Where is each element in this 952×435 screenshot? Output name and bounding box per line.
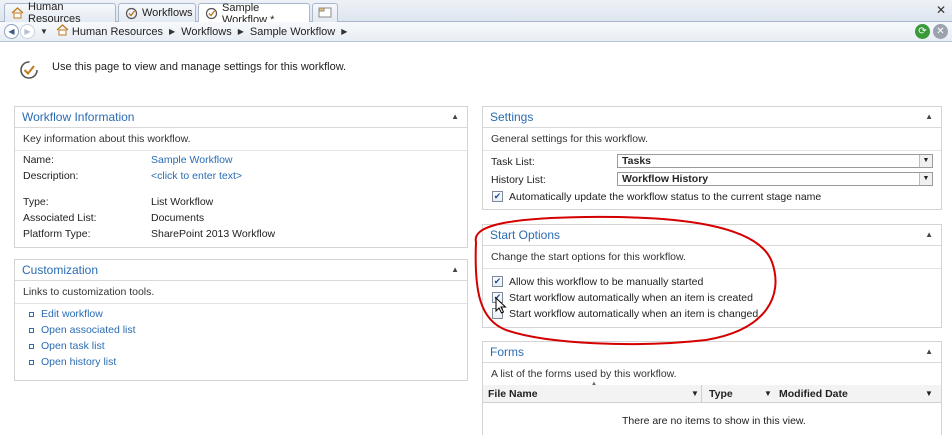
open-associated-list-link[interactable]: Open associated list (29, 324, 136, 336)
name-label: Name: (23, 154, 54, 166)
column-divider (701, 385, 702, 402)
panel-description: General settings for this workflow. (483, 128, 941, 151)
collapse-icon[interactable]: ▲ (451, 112, 459, 121)
bullet-icon (29, 343, 34, 349)
panel-description: Links to customization tools. (15, 281, 467, 304)
chevron-right-icon: ▶ (341, 27, 348, 36)
chevron-down-icon: ▼ (919, 173, 932, 185)
bullet-icon (29, 311, 34, 317)
settings-panel: Settings ▲ General settings for this wor… (482, 106, 942, 210)
task-list-selected-value: Tasks (622, 155, 651, 167)
associated-list-value: Documents (151, 212, 205, 224)
workflow-information-panel: Workflow Information ▲ Key information a… (14, 106, 468, 248)
bullet-icon (29, 327, 34, 333)
description-edit-field[interactable]: <click to enter text> (151, 170, 242, 182)
chevron-right-icon: ▶ (169, 27, 176, 36)
document-tab-strip: Human Resources Workflows Sample Workflo… (0, 0, 952, 26)
link-label: Open history list (41, 356, 117, 368)
page-header: Use this page to view and manage setting… (18, 55, 346, 81)
platform-type-value: SharePoint 2013 Workflow (151, 228, 276, 240)
platform-type-label: Platform Type: (23, 228, 91, 240)
new-tab-button[interactable] (312, 3, 338, 22)
description-label: Description: (23, 170, 79, 182)
home-icon (11, 6, 24, 20)
home-icon (56, 24, 69, 39)
stop-icon[interactable]: ✕ (933, 24, 948, 39)
forms-grid-header: File Name ▲ ▼ Type ▼ Modified Date ▼ (483, 381, 941, 403)
panel-title: Workflow Information ▲ (15, 107, 467, 128)
new-tab-icon (318, 6, 332, 21)
customization-title: Customization (22, 263, 99, 277)
link-label: Open task list (41, 340, 105, 352)
forward-button[interactable]: ▶ (20, 24, 35, 39)
forms-panel: Forms ▲ A list of the forms used by this… (482, 341, 942, 435)
breadcrumb-item-human-resources[interactable]: Human Resources (72, 26, 163, 38)
link-label: Edit workflow (41, 308, 103, 320)
workflow-icon (125, 6, 138, 20)
open-task-list-link[interactable]: Open task list (29, 340, 105, 352)
panel-title: Customization ▲ (15, 260, 467, 281)
column-filter-dropdown-icon[interactable]: ▼ (764, 389, 772, 398)
page-description: Use this page to view and manage setting… (52, 61, 347, 73)
type-label: Type: (23, 196, 49, 208)
link-label: Open associated list (41, 324, 136, 336)
bullet-icon (29, 359, 34, 365)
chevron-right-icon: ▶ (237, 27, 244, 36)
close-icon[interactable]: ✕ (936, 3, 946, 17)
refresh-icon[interactable]: ⟳ (915, 24, 930, 39)
workflow-settings-icon (18, 59, 40, 81)
auto-update-status-checkbox[interactable]: ✔ (492, 191, 503, 202)
workflow-name-link[interactable]: Sample Workflow (151, 154, 233, 166)
chevron-down-icon: ▼ (919, 155, 932, 167)
breadcrumb: Human Resources ▶ Workflows ▶ Sample Wor… (56, 24, 353, 39)
workflow-icon (205, 7, 218, 21)
empty-list-message: There are no items to show in this view. (622, 415, 806, 427)
customization-panel: Customization ▲ Links to customization t… (14, 259, 468, 381)
type-value: List Workflow (151, 196, 214, 208)
tab-label: Workflows (142, 7, 193, 19)
collapse-icon[interactable]: ▲ (925, 347, 933, 356)
tab-human-resources[interactable]: Human Resources (4, 1, 116, 25)
open-history-list-link[interactable]: Open history list (29, 356, 116, 368)
back-button[interactable]: ◀ (4, 24, 19, 39)
tab-sample-workflow[interactable]: Sample Workflow * (198, 2, 310, 26)
collapse-icon[interactable]: ▲ (451, 265, 459, 274)
column-header-type[interactable]: Type (709, 388, 733, 400)
history-list-label: History List: (491, 174, 546, 186)
panel-description: Key information about this workflow. (15, 128, 467, 151)
auto-update-status-label: Automatically update the workflow status… (509, 191, 822, 203)
column-header-file-name[interactable]: File Name (488, 388, 538, 400)
associated-list-label: Associated List: (23, 212, 97, 224)
sort-indicator-icon: ▲ (591, 381, 597, 387)
history-dropdown-icon[interactable]: ▼ (40, 27, 48, 36)
history-list-selected-value: Workflow History (622, 173, 709, 185)
tab-workflows[interactable]: Workflows (118, 3, 196, 22)
history-list-select[interactable]: Workflow History ▼ (617, 172, 933, 186)
column-header-modified-date[interactable]: Modified Date (779, 388, 848, 400)
workflow-information-title: Workflow Information (22, 110, 135, 124)
column-filter-dropdown-icon[interactable]: ▼ (691, 389, 699, 398)
breadcrumb-item-workflows[interactable]: Workflows (181, 26, 232, 38)
collapse-icon[interactable]: ▲ (925, 230, 933, 239)
settings-title: Settings (490, 110, 534, 124)
edit-workflow-link[interactable]: Edit workflow (29, 308, 103, 320)
column-filter-dropdown-icon[interactable]: ▼ (925, 389, 933, 398)
panel-title: Settings ▲ (483, 107, 941, 128)
task-list-label: Task List: (491, 156, 535, 168)
panel-description: A list of the forms used by this workflo… (483, 363, 941, 386)
red-annotation-circle (474, 215, 777, 346)
collapse-icon[interactable]: ▲ (925, 112, 933, 121)
task-list-select[interactable]: Tasks ▼ (617, 154, 933, 168)
breadcrumb-bar: ◀ ▶ ▼ Human Resources ▶ Workflows ▶ Samp… (0, 22, 952, 42)
breadcrumb-item-sample-workflow[interactable]: Sample Workflow (250, 26, 335, 38)
